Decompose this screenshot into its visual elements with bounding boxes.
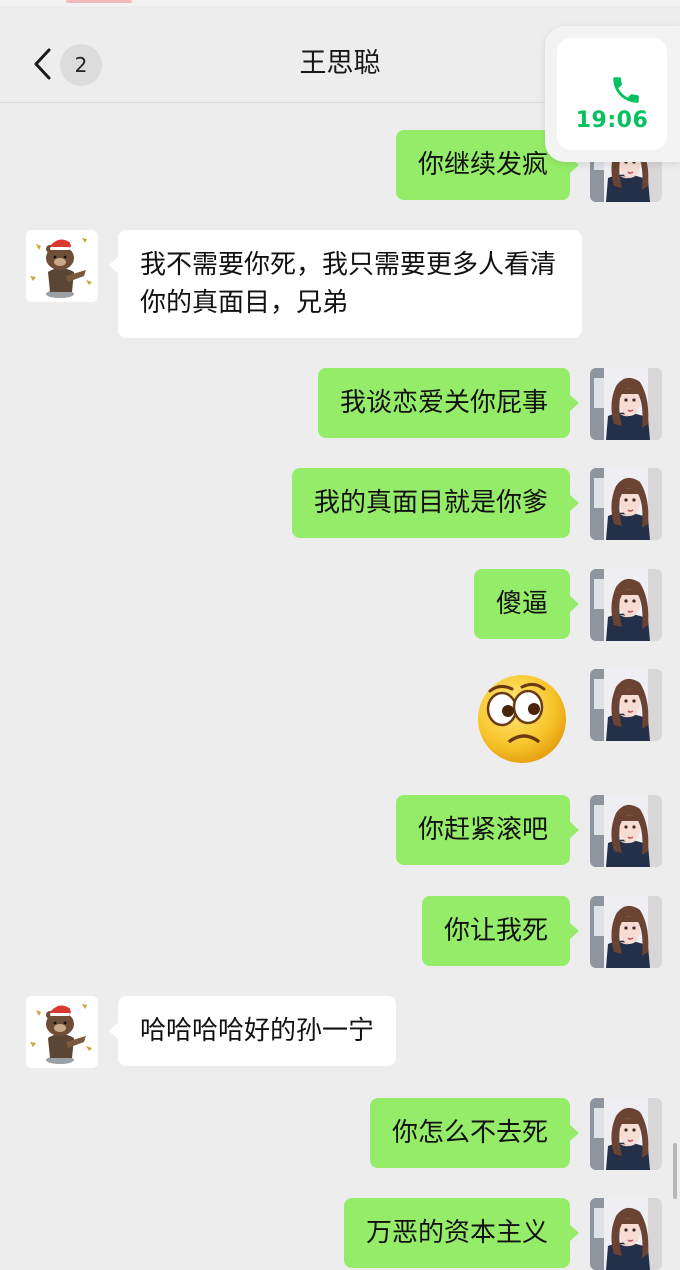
my-avatar[interactable] <box>590 669 662 741</box>
my-avatar[interactable] <box>590 1198 662 1270</box>
message-row: 万恶的资本主义 <box>0 1198 680 1258</box>
message-row <box>0 669 680 765</box>
friend-avatar[interactable] <box>26 230 98 302</box>
message-bubble[interactable]: 我的真面目就是你爹 <box>291 468 580 538</box>
message-row: 你赶紧滚吧 <box>0 795 680 867</box>
message-row: 你让我死 <box>0 896 680 968</box>
message-bubble[interactable]: 你怎么不去死 <box>369 1098 580 1168</box>
message-bubble[interactable]: 你赶紧滚吧 <box>395 795 580 865</box>
scrollbar[interactable] <box>673 1143 677 1199</box>
message-bubble[interactable]: 你继续发疯 <box>395 130 580 200</box>
status-indicator <box>66 0 132 3</box>
message-row: 傻逼 <box>0 569 680 641</box>
message-row: 我谈恋爱关你屁事 <box>0 368 680 440</box>
call-floating-window[interactable] <box>545 26 680 162</box>
status-strip <box>0 0 680 6</box>
message-row: 你怎么不去死 <box>0 1098 680 1170</box>
my-avatar[interactable] <box>590 569 662 641</box>
my-avatar[interactable] <box>590 468 662 540</box>
confused-face-icon[interactable] <box>472 669 570 763</box>
message-bubble[interactable]: 你让我死 <box>421 896 580 966</box>
call-card[interactable] <box>557 38 667 150</box>
friend-avatar[interactable] <box>26 996 98 1068</box>
message-bubble[interactable]: 傻逼 <box>473 569 580 639</box>
call-duration: 19:06 <box>575 108 649 133</box>
my-avatar[interactable] <box>590 795 662 867</box>
message-bubble[interactable]: 哈哈哈哈好的孙一宁 <box>108 996 397 1066</box>
my-avatar[interactable] <box>590 368 662 440</box>
message-row: 哈哈哈哈好的孙一宁 <box>0 996 680 1068</box>
message-bubble[interactable]: 我谈恋爱关你屁事 <box>317 368 580 438</box>
my-avatar[interactable] <box>590 896 662 968</box>
message-row: 我的真面目就是你爹 <box>0 468 680 540</box>
message-bubble[interactable]: 我不需要你死，我只需要更多人看清你的真面目，兄弟 <box>109 230 582 338</box>
my-avatar[interactable] <box>590 1098 662 1170</box>
phone-icon <box>613 77 639 103</box>
message-row: 我不需要你死，我只需要更多人看清你的真面目，兄弟 <box>0 230 680 338</box>
